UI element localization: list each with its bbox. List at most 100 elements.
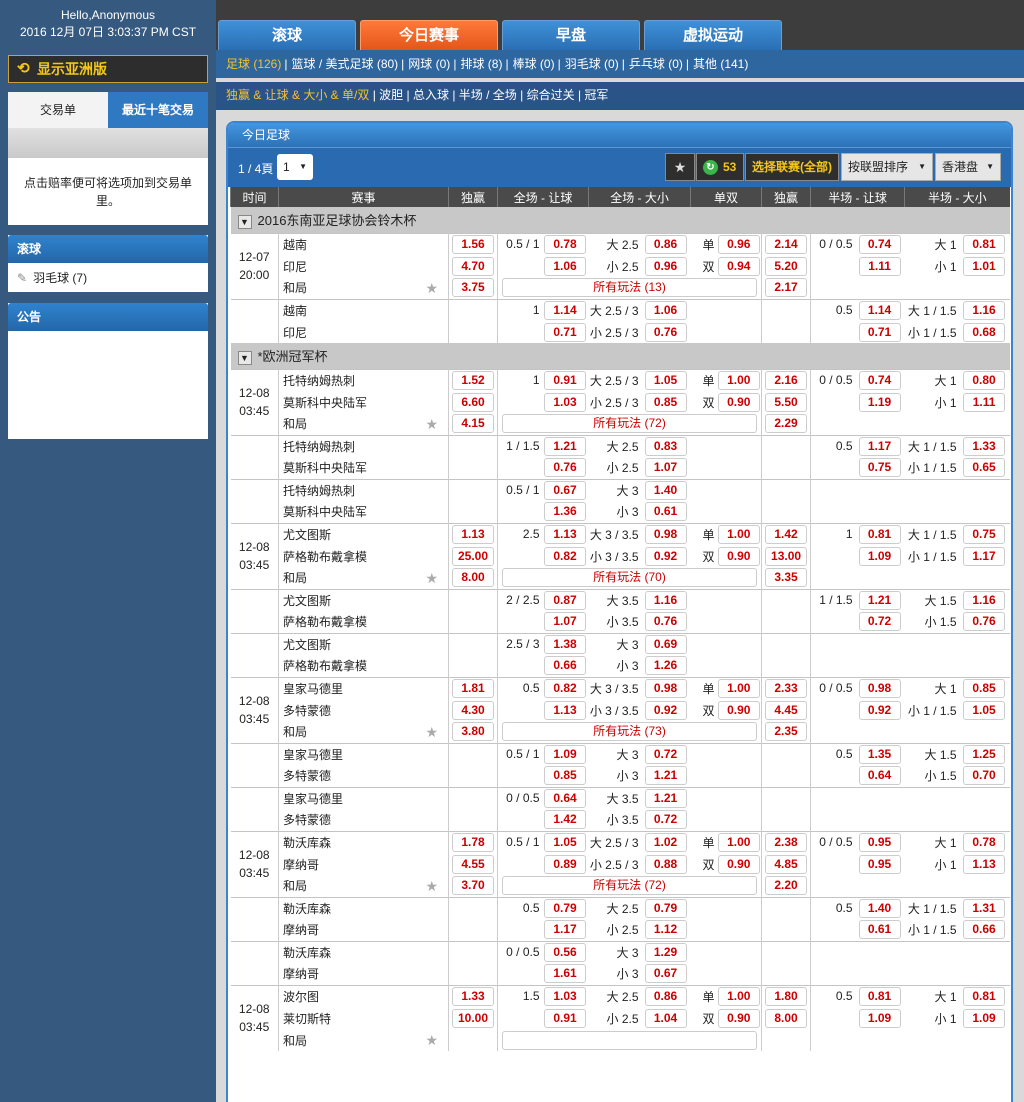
total-odds[interactable]: 1.21 — [644, 788, 687, 808]
ht-total-odds[interactable]: 0.70 — [963, 766, 1006, 786]
league-row[interactable]: ▼ 2016东南亚足球协会铃木杯 — [230, 207, 1010, 233]
tab-virtual[interactable]: 虚拟运动 — [644, 20, 782, 50]
ht-handicap-odds[interactable]: 1.11 — [858, 256, 901, 276]
ht-handicap-odds[interactable]: 0.81 — [858, 986, 901, 1006]
asia-version-button[interactable]: ⟲ 显示亚洲版 — [8, 55, 208, 83]
ht-total-odds[interactable]: 0.85 — [963, 678, 1006, 698]
moneyline-odds[interactable]: 1.33 — [452, 986, 494, 1006]
total-odds[interactable]: 0.86 — [644, 986, 687, 1006]
ht-total-odds[interactable]: 1.31 — [963, 898, 1006, 918]
page-select[interactable]: 1 ▼ — [277, 154, 313, 180]
all-markets-button[interactable]: 所有玩法 (73) — [502, 722, 758, 742]
league-row[interactable]: ▼ *欧洲冠军杯 — [230, 343, 1010, 369]
favorite-star-icon[interactable]: ★ — [425, 280, 438, 297]
ht-total-odds[interactable]: 0.80 — [963, 370, 1006, 390]
moneyline-odds[interactable]: 1.81 — [452, 678, 494, 698]
moneyline-odds[interactable]: 4.70 — [452, 256, 494, 276]
moneyline-odds[interactable]: 4.15 — [452, 414, 494, 434]
ht-handicap-odds[interactable]: 0.74 — [858, 234, 901, 254]
live-item-badminton[interactable]: ✎ 羽毛球 (7) — [8, 263, 208, 292]
ht-moneyline-odds[interactable]: 2.29 — [765, 414, 808, 434]
ht-moneyline-odds[interactable]: 2.33 — [765, 678, 808, 698]
sport-link[interactable]: 羽毛球 (0) — [565, 57, 619, 71]
ht-handicap-odds[interactable]: 0.98 — [858, 678, 901, 698]
handicap-odds[interactable]: 1.09 — [544, 744, 586, 764]
ht-handicap-odds[interactable]: 1.40 — [858, 898, 901, 918]
total-odds[interactable]: 0.86 — [644, 234, 687, 254]
ht-total-odds[interactable]: 1.09 — [963, 1008, 1006, 1028]
all-markets-button[interactable] — [502, 1030, 758, 1050]
handicap-odds[interactable]: 1.36 — [544, 502, 586, 522]
ht-handicap-odds[interactable]: 0.64 — [858, 766, 901, 786]
ht-total-odds[interactable]: 0.65 — [963, 458, 1006, 478]
favorite-star-icon[interactable]: ★ — [425, 724, 438, 741]
all-markets-button[interactable]: 所有玩法 (72) — [502, 414, 758, 434]
moneyline-odds[interactable]: 4.55 — [452, 854, 494, 874]
handicap-odds[interactable]: 0.78 — [544, 234, 586, 254]
moneyline-odds[interactable]: 10.00 — [452, 1008, 494, 1028]
total-odds[interactable]: 0.98 — [644, 678, 687, 698]
handicap-odds[interactable]: 1.42 — [544, 810, 586, 830]
handicap-odds[interactable]: 1.06 — [544, 256, 586, 276]
ht-handicap-odds[interactable]: 1.17 — [858, 436, 901, 456]
ht-handicap-odds[interactable]: 0.95 — [858, 854, 901, 874]
ht-moneyline-odds[interactable]: 5.50 — [765, 392, 808, 412]
handicap-odds[interactable]: 0.87 — [544, 590, 586, 610]
ht-moneyline-odds[interactable]: 2.16 — [765, 370, 808, 390]
sport-link[interactable]: 篮球 / 美式足球 (80) — [291, 57, 398, 71]
odd-even-odds[interactable]: 0.90 — [717, 854, 760, 874]
ht-handicap-odds[interactable]: 0.74 — [858, 370, 901, 390]
odd-even-odds[interactable]: 1.00 — [717, 524, 760, 544]
total-odds[interactable]: 0.61 — [644, 502, 687, 522]
ht-total-odds[interactable]: 1.01 — [963, 256, 1006, 276]
ht-moneyline-odds[interactable]: 4.85 — [765, 854, 808, 874]
ht-handicap-odds[interactable]: 0.71 — [858, 322, 901, 342]
ht-moneyline-odds[interactable]: 3.35 — [765, 568, 808, 588]
ht-total-odds[interactable]: 1.16 — [963, 300, 1006, 320]
total-odds[interactable]: 1.29 — [644, 942, 687, 962]
favorite-star-icon[interactable]: ★ — [425, 1032, 438, 1049]
odd-even-odds[interactable]: 1.00 — [717, 678, 760, 698]
tab-live[interactable]: 滚球 — [218, 20, 356, 50]
odd-even-odds[interactable]: 0.96 — [717, 234, 760, 254]
sport-link[interactable]: 足球 (126) — [226, 57, 281, 71]
favorite-star-icon[interactable]: ★ — [425, 878, 438, 895]
ht-handicap-odds[interactable]: 1.09 — [858, 546, 901, 566]
moneyline-odds[interactable]: 1.52 — [452, 370, 494, 390]
handicap-odds[interactable]: 1.03 — [544, 986, 586, 1006]
handicap-odds[interactable]: 1.13 — [544, 700, 586, 720]
total-odds[interactable]: 0.96 — [644, 256, 687, 276]
bet-type-link[interactable]: 冠军 — [584, 88, 608, 102]
ht-total-odds[interactable]: 0.81 — [963, 234, 1006, 254]
ht-total-odds[interactable]: 1.11 — [963, 392, 1006, 412]
tab-recent-bets[interactable]: 最近十笔交易 — [108, 92, 208, 128]
sport-link[interactable]: 其他 (141) — [693, 57, 748, 71]
ht-total-odds[interactable]: 0.75 — [963, 524, 1006, 544]
total-odds[interactable]: 1.21 — [644, 766, 687, 786]
ht-total-odds[interactable]: 1.33 — [963, 436, 1006, 456]
all-markets-button[interactable]: 所有玩法 (13) — [502, 278, 758, 298]
sort-select[interactable]: 按联盟排序 ▼ — [841, 153, 933, 181]
handicap-odds[interactable]: 1.07 — [544, 612, 586, 632]
odd-even-odds[interactable]: 1.00 — [717, 832, 760, 852]
sport-link[interactable]: 棒球 (0) — [513, 57, 555, 71]
total-odds[interactable]: 0.85 — [644, 392, 687, 412]
ht-moneyline-odds[interactable]: 8.00 — [765, 1008, 808, 1028]
ht-total-odds[interactable]: 1.17 — [963, 546, 1006, 566]
favorite-star-icon[interactable]: ★ — [425, 416, 438, 433]
total-odds[interactable]: 1.05 — [644, 370, 687, 390]
handicap-odds[interactable]: 0.85 — [544, 766, 586, 786]
total-odds[interactable]: 0.76 — [644, 612, 687, 632]
ht-moneyline-odds[interactable]: 5.20 — [765, 256, 808, 276]
moneyline-odds[interactable]: 25.00 — [452, 546, 494, 566]
ht-handicap-odds[interactable]: 0.72 — [858, 612, 901, 632]
total-odds[interactable]: 0.83 — [644, 436, 687, 456]
odd-even-odds[interactable]: 0.90 — [717, 546, 760, 566]
ht-total-odds[interactable]: 1.16 — [963, 590, 1006, 610]
total-odds[interactable]: 0.76 — [644, 322, 687, 342]
handicap-odds[interactable]: 0.76 — [544, 458, 586, 478]
total-odds[interactable]: 0.72 — [644, 810, 687, 830]
handicap-odds[interactable]: 0.56 — [544, 942, 586, 962]
ht-total-odds[interactable]: 0.76 — [963, 612, 1006, 632]
all-markets-button[interactable]: 所有玩法 (70) — [502, 568, 758, 588]
